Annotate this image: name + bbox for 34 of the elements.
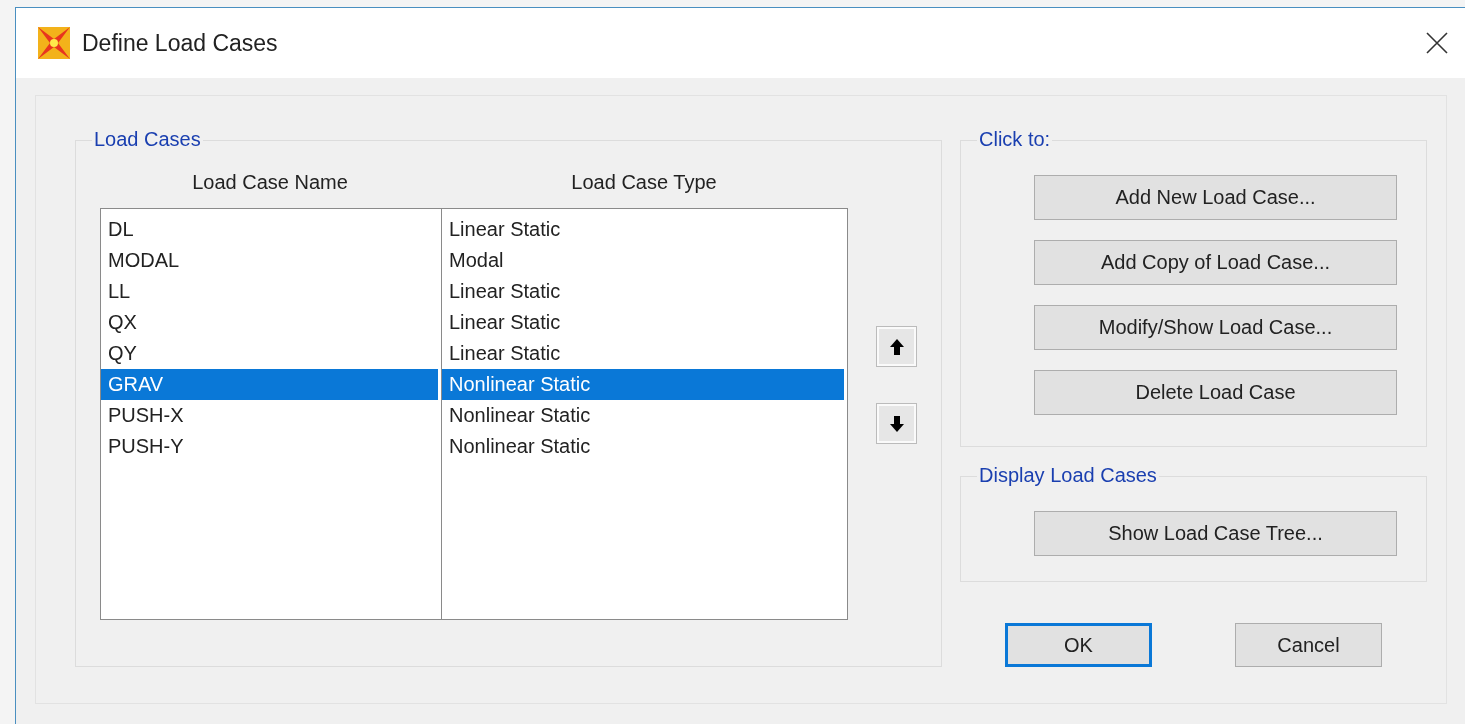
load-case-name[interactable]: MODAL bbox=[101, 245, 438, 276]
action-button[interactable]: Delete Load Case bbox=[1034, 370, 1397, 415]
move-up-button[interactable] bbox=[876, 326, 917, 367]
group-legend: Display Load Cases bbox=[977, 464, 1159, 487]
load-case-type[interactable]: Linear Static bbox=[442, 338, 844, 369]
load-case-name[interactable]: LL bbox=[101, 276, 438, 307]
window-title: Define Load Cases bbox=[82, 29, 279, 57]
ok-button[interactable]: OK bbox=[1005, 623, 1152, 667]
load-case-name[interactable]: QX bbox=[101, 307, 438, 338]
arrow-up-icon bbox=[888, 337, 905, 356]
load-case-type[interactable]: Nonlinear Static bbox=[442, 400, 844, 431]
app-logo-icon bbox=[36, 25, 72, 61]
load-case-name[interactable]: PUSH-X bbox=[101, 400, 438, 431]
load-case-name[interactable]: GRAV bbox=[101, 369, 438, 400]
load-case-type[interactable]: Linear Static bbox=[442, 214, 844, 245]
load-case-name[interactable]: PUSH-Y bbox=[101, 431, 438, 462]
action-button[interactable]: Show Load Case Tree... bbox=[1034, 511, 1397, 556]
cancel-button[interactable]: Cancel bbox=[1235, 623, 1382, 667]
column-header: Load Case Type bbox=[570, 171, 718, 195]
load-case-type[interactable]: Linear Static bbox=[442, 307, 844, 338]
load-case-name[interactable]: QY bbox=[101, 338, 438, 369]
load-case-type[interactable]: Nonlinear Static bbox=[442, 431, 844, 462]
close-icon bbox=[1425, 31, 1449, 55]
load-case-type[interactable]: Linear Static bbox=[442, 276, 844, 307]
action-button[interactable]: Add Copy of Load Case... bbox=[1034, 240, 1397, 285]
load-case-type[interactable]: Nonlinear Static bbox=[442, 369, 844, 400]
load-case-name[interactable]: DL bbox=[101, 214, 438, 245]
move-down-button[interactable] bbox=[876, 403, 917, 444]
arrow-down-icon bbox=[888, 414, 905, 433]
column-header: Load Case Name bbox=[191, 171, 349, 195]
load-case-list[interactable]: DL MODAL LL QX QY GRAV PUSH-X PUSH-Y Linear Static Modal Linear Static Linear Static Linear Static Nonlinear Static Nonlinear Static Nonlinear Static bbox=[100, 208, 848, 620]
action-button[interactable]: Modify/Show Load Case... bbox=[1034, 305, 1397, 350]
load-case-type[interactable]: Modal bbox=[442, 245, 844, 276]
action-button[interactable]: Add New Load Case... bbox=[1034, 175, 1397, 220]
